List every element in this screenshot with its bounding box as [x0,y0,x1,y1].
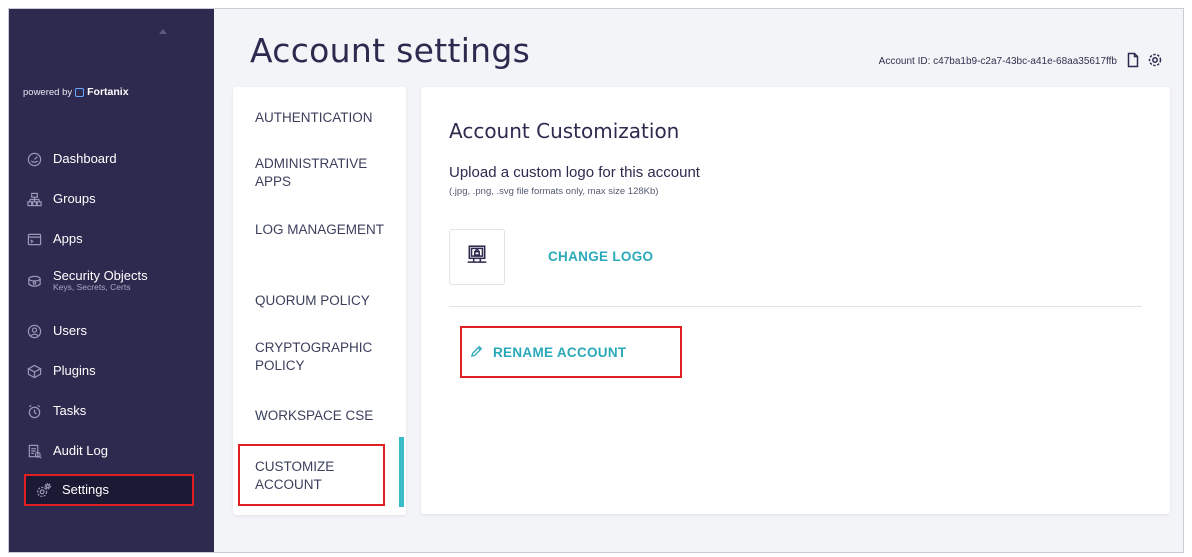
tasks-icon [25,402,43,420]
section-title: Account Customization [449,119,680,143]
sidebar-item-label: Settings [62,481,109,497]
sidebar-item-label: Audit Log [53,442,108,458]
sidebar-item-label: Users [53,322,87,338]
active-tab-indicator [399,437,404,507]
upload-logo-title: Upload a custom logo for this account [449,164,700,181]
plugins-icon [25,362,43,380]
groups-icon [25,190,43,208]
sidebar-item-groups[interactable]: Groups [25,184,195,214]
rename-account-label: RENAME ACCOUNT [493,344,627,360]
sidebar-item-plugins[interactable]: Plugins [25,356,195,386]
sidebar: powered by Fortanix Dashboard Groups App… [9,9,214,552]
tab-quorum-policy[interactable]: QUORUM POLICY [255,292,395,310]
sidebar-item-security-objects[interactable]: Security Objects Keys, Secrets, Certs [25,266,195,296]
sidebar-item-label: Plugins [53,362,96,378]
account-customization-panel: Account Customization Upload a custom lo… [421,87,1170,514]
sidebar-item-apps[interactable]: Apps [25,224,195,254]
brand-name: Fortanix [87,86,129,98]
settings-tabs: AUTHENTICATION ADMINISTRATIVE APPS LOG M… [233,87,406,515]
tab-cryptographic-policy[interactable]: CRYPTOGRAPHIC POLICY [255,339,395,375]
rename-account-button[interactable]: RENAME ACCOUNT [460,326,682,378]
sidebar-item-users[interactable]: Users [25,316,195,346]
pencil-icon [470,343,483,362]
users-icon [25,322,43,340]
sidebar-item-audit-log[interactable]: Audit Log [25,436,195,466]
settings-icon [34,481,52,499]
account-id: Account ID: c47ba1b9-c2a7-43bc-a41e-68aa… [878,56,1117,67]
tab-administrative-apps[interactable]: ADMINISTRATIVE APPS [255,155,395,191]
powered-by: powered by Fortanix [23,86,129,98]
fortanix-logo-icon [75,87,85,97]
collapse-caret-icon[interactable] [159,29,167,34]
tab-log-management[interactable]: LOG MANAGEMENT [255,221,395,239]
copy-icon[interactable] [1125,52,1141,68]
audit-log-icon [25,442,43,460]
page-title: Account settings [250,31,531,70]
app-window: powered by Fortanix Dashboard Groups App… [8,8,1184,553]
sidebar-item-label: Apps [53,230,83,246]
tab-customize-account[interactable]: CUSTOMIZE ACCOUNT [238,444,385,506]
change-logo-button[interactable]: CHANGE LOGO [548,249,653,264]
tab-workspace-cse[interactable]: WORKSPACE CSE [255,407,395,425]
gear-icon[interactable] [1147,52,1163,68]
computer-lock-icon [466,244,488,270]
logo-preview[interactable] [449,229,505,285]
upload-logo-hint: (.jpg, .png, .svg file formats only, max… [449,186,659,197]
sidebar-item-tasks[interactable]: Tasks [25,396,195,426]
apps-icon [25,230,43,248]
sidebar-item-label: Tasks [53,402,87,418]
sidebar-item-label: Dashboard [53,150,117,166]
powered-by-label: powered by [23,86,73,98]
security-objects-icon [25,272,43,290]
sidebar-item-sublabel: Keys, Secrets, Certs [53,282,131,293]
sidebar-item-label: Groups [53,190,96,206]
sidebar-item-settings[interactable]: Settings [24,474,194,506]
sidebar-item-label: Security Objects [53,268,148,284]
divider [449,306,1142,307]
tab-authentication[interactable]: AUTHENTICATION [255,109,395,127]
dashboard-icon [25,150,43,168]
sidebar-item-dashboard[interactable]: Dashboard [25,144,195,174]
